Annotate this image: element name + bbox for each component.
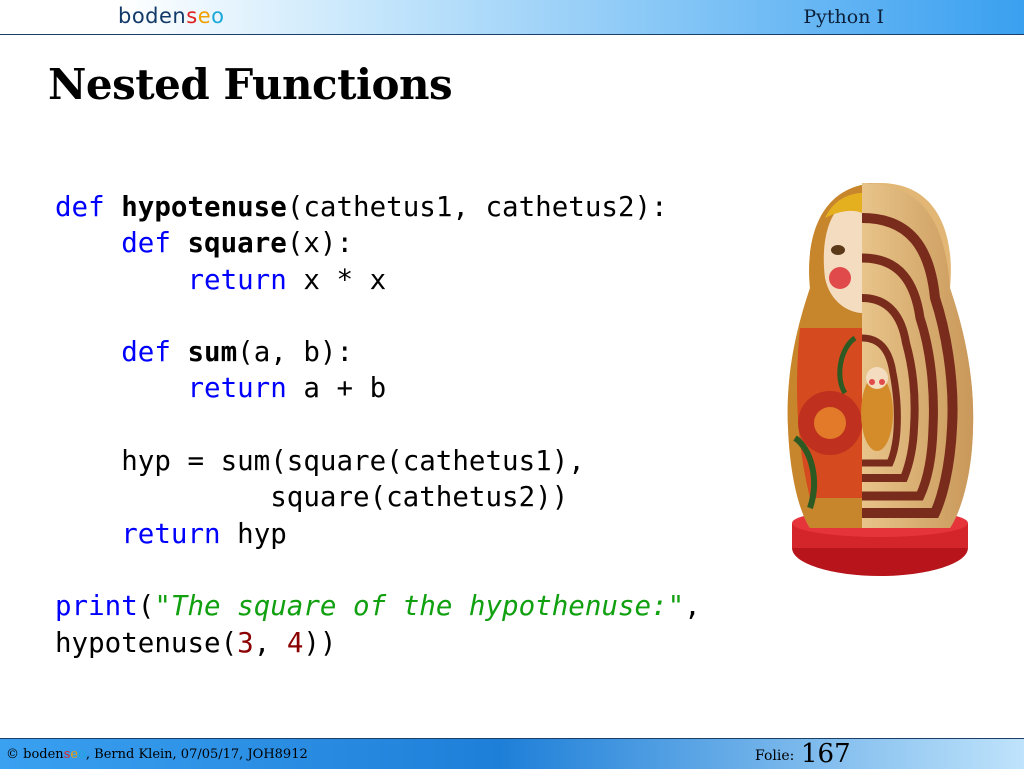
code-line-2: def square(x): xyxy=(121,227,354,260)
footer-brand: bodenseo xyxy=(23,747,86,762)
code-line-12: print("The square of the hypothenuse:", xyxy=(55,590,701,623)
code-block: def hypotenuse(cathetus1, cathetus2): de… xyxy=(55,189,701,661)
slide-number: 167 xyxy=(801,739,851,769)
code-line-1: def hypotenuse(cathetus1, cathetus2): xyxy=(55,191,668,223)
matryoshka-doll-image xyxy=(787,183,974,576)
code-line-8: hyp = sum(square(cathetus1), xyxy=(121,445,585,478)
header-bar: bodenseo Python I xyxy=(0,0,1024,35)
course-title: Python I xyxy=(803,6,884,28)
code-line-10: return hyp xyxy=(121,517,287,550)
code-line-3: return x * x xyxy=(187,263,387,296)
code-line-6: return a + b xyxy=(187,372,387,405)
code-line-5: def sum(a, b): xyxy=(121,336,354,369)
footer-bar: © bodenseo, Bernd Klein, 07/05/17, JOH89… xyxy=(0,738,1024,769)
code-line-13: hypotenuse(3, 4)) xyxy=(55,626,337,659)
bodenseo-logo: bodenseo xyxy=(118,4,225,28)
code-line-9: square(cathetus2)) xyxy=(270,481,569,514)
slide-title: Nested Functions xyxy=(48,60,453,109)
footer-credits: © bodenseo, Bernd Klein, 07/05/17, JOH89… xyxy=(6,747,308,762)
slide-number-label: Folie: xyxy=(755,748,795,764)
